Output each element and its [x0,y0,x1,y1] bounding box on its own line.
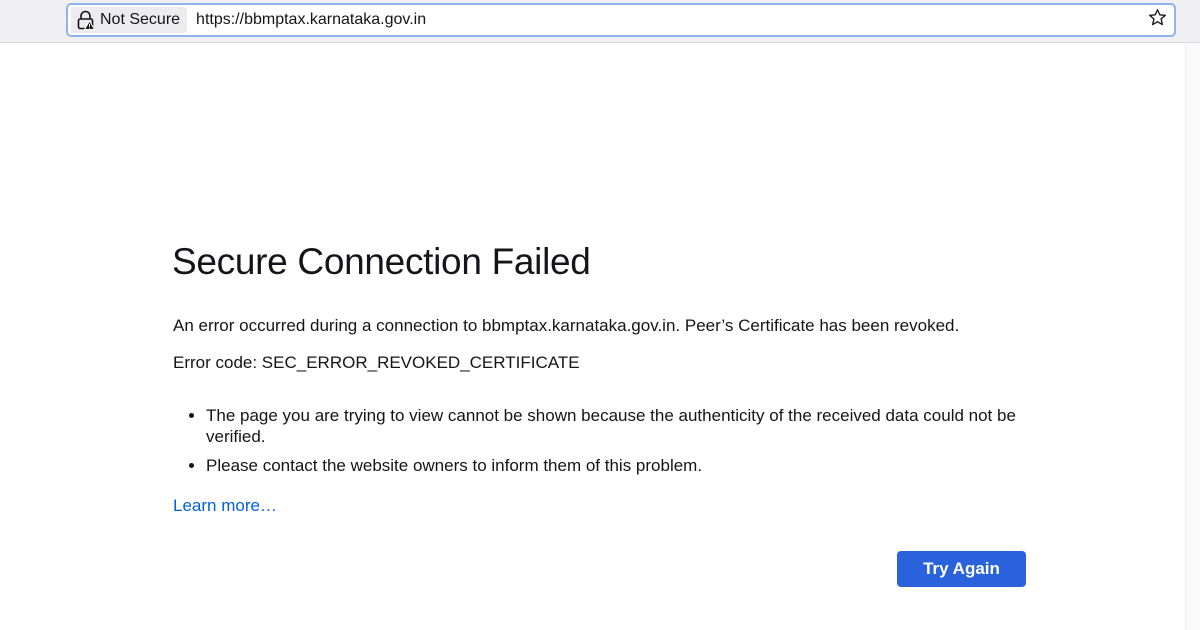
learn-more-link[interactable]: Learn more… [173,496,277,516]
insecure-lock-icon [77,10,95,30]
error-content: Secure Connection Failed An error occurr… [172,240,1033,516]
vertical-scrollbar[interactable] [1185,43,1200,630]
error-description: An error occurred during a connection to… [173,316,960,335]
list-item: The page you are trying to view cannot b… [206,405,1026,447]
identity-label: Not Secure [100,11,181,28]
url-text[interactable]: https://bbmptax.karnataka.gov.in [196,11,1146,29]
star-icon [1148,8,1167,32]
browser-toolbar: Not Secure https://bbmptax.karnataka.gov… [0,0,1200,43]
url-bar[interactable]: Not Secure https://bbmptax.karnataka.gov… [66,3,1176,37]
list-item: Please contact the website owners to inf… [206,455,1026,476]
try-again-button[interactable]: Try Again [897,551,1026,587]
error-code: Error code: SEC_ERROR_REVOKED_CERTIFICAT… [173,353,580,372]
advice-list: The page you are trying to view cannot b… [173,405,1026,476]
bookmark-button[interactable] [1146,9,1168,31]
page-title: Secure Connection Failed [172,241,591,282]
site-identity-button[interactable]: Not Secure [71,7,188,33]
